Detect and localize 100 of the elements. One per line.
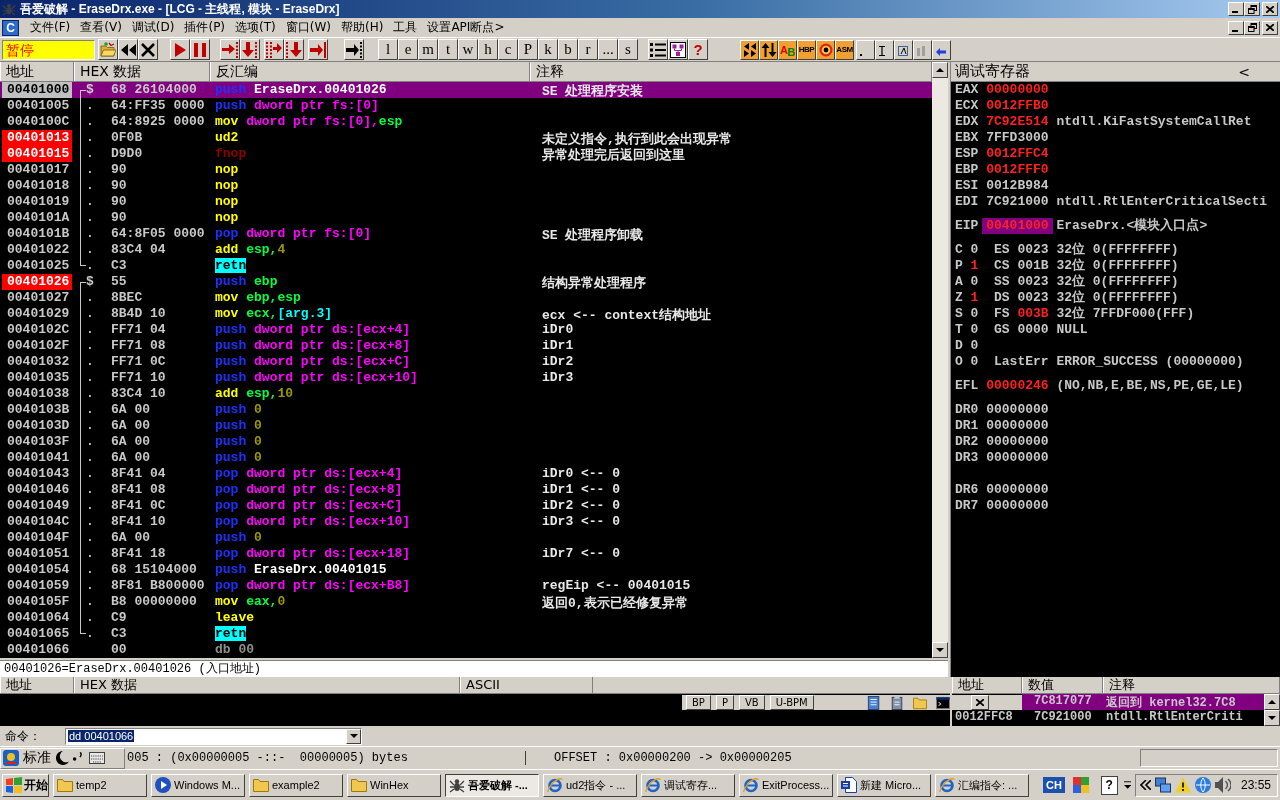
disassembly-row[interactable]: 00401054 . 68 15104000 push EraseDrx.00401015 <box>0 562 932 578</box>
close-button[interactable] <box>1262 20 1278 35</box>
toolbar-button[interactable] <box>913 39 932 60</box>
window-button[interactable]: h <box>478 39 498 60</box>
language-bar-icon[interactable] <box>1072 777 1089 793</box>
disassembly-row[interactable]: 00401049 . 8F41 0C pop dword ptr ds:[ecx+C] iDr2 <-- 0 <box>0 498 932 514</box>
register-value[interactable]: 00000000 <box>986 482 1049 498</box>
register-value[interactable]: 0012B984 <box>986 178 1049 194</box>
moon-icon[interactable] <box>55 751 69 765</box>
taskbar-button[interactable]: ud2指令 - ... <box>543 773 637 797</box>
taskbar-button[interactable]: ExitProcess... <box>739 773 833 797</box>
window-button[interactable]: c <box>498 39 518 60</box>
restore-button[interactable] <box>1244 20 1260 35</box>
disassembly-row[interactable]: 0040100C . 64:8925 0000 mov dword ptr fs:[0],esp <box>0 114 932 130</box>
flag-value[interactable]: 1 <box>970 290 979 306</box>
flag-value[interactable]: 0 <box>970 242 979 258</box>
pause-button[interactable] <box>190 39 210 60</box>
register-value[interactable]: 7FFD3000 <box>986 130 1049 146</box>
register-value[interactable]: 00000246 <box>986 378 1049 394</box>
disassembly-row[interactable]: 0040101A . 90 nop <box>0 210 932 226</box>
keyboard-icon[interactable] <box>89 750 105 766</box>
ime-logo-icon[interactable] <box>3 750 19 766</box>
disassembly-row[interactable]: 00401043 . 8F41 04 pop dword ptr ds:[ecx+4] iDr0 <-- 0 <box>0 466 932 482</box>
computers-icon[interactable] <box>1154 777 1171 793</box>
column-header[interactable]: HEX 数据 <box>74 677 460 693</box>
disassembly-row[interactable]: 00401065 . C3 retn <box>0 626 932 642</box>
help-button[interactable]: ? <box>1100 775 1118 795</box>
column-header[interactable]: 数值 <box>1022 677 1103 693</box>
column-header[interactable]: 地址 <box>952 677 1022 693</box>
disassembly-row[interactable]: 0040102C . FF71 04 push dword ptr ds:[ecx+4] iDr0 <box>0 322 932 338</box>
taskbar-button[interactable]: WinHex <box>347 773 441 797</box>
window-button[interactable]: m <box>418 39 438 60</box>
taskbar-button[interactable]: example2 <box>249 773 343 797</box>
disassembly-row[interactable]: 00401018 . 90 nop <box>0 178 932 194</box>
scroll-up-button[interactable] <box>1264 694 1280 710</box>
trace-over-button[interactable] <box>284 39 304 60</box>
menu-item[interactable]: 设置API断点> <box>422 19 510 36</box>
breakpoint-button[interactable]: VB <box>738 695 765 710</box>
scrollbar[interactable] <box>932 62 948 658</box>
disassembly-row[interactable]: 00401013 . 0F0B ud2 未定义指令,执行到此会出现异常 <box>0 130 932 146</box>
window-button[interactable]: w <box>458 39 478 60</box>
restore-button[interactable] <box>1244 2 1260 16</box>
register-value[interactable]: 0012FFB0 <box>986 98 1049 114</box>
options-arrow-icon[interactable] <box>1123 781 1131 789</box>
disassembly-row[interactable]: 00401019 . 90 nop <box>0 194 932 210</box>
taskbar-button[interactable]: 吾爱破解 -... <box>445 773 539 797</box>
register-value[interactable]: 00000000 <box>986 498 1049 514</box>
start-button[interactable]: 开始 <box>2 773 49 797</box>
disassembly-row[interactable]: 00401059 . 8F81 B800000 pop dword ptr ds:[ecx+B8] regEip <-- 00401015 <box>0 578 932 594</box>
disassembly-row[interactable]: 0040101B . 64:8F05 0000 pop dword ptr fs:[0] SE 处理程序卸载 <box>0 226 932 242</box>
column-header[interactable]: 地址 <box>0 62 74 81</box>
stack-row[interactable]: 7C817077 返回到 kernel32.7C8 <box>1022 694 1264 710</box>
breakpoint-button[interactable]: P <box>715 695 734 710</box>
close-button[interactable] <box>970 695 989 710</box>
taskbar-button[interactable]: 新建 Micro... <box>837 773 931 797</box>
console-button[interactable] <box>933 695 952 710</box>
disassembly-row[interactable]: 00401025 . C3 retn <box>0 258 932 274</box>
disassembly-row[interactable]: 00401026 $ 55 push ebp 结构异常处理程序 <box>0 274 932 290</box>
dropdown-button[interactable] <box>346 728 361 744</box>
speaker-icon[interactable] <box>1214 777 1231 793</box>
tree-button[interactable] <box>668 39 688 60</box>
flag-value[interactable]: 1 <box>970 258 979 274</box>
help-button[interactable]: ? <box>688 39 708 60</box>
menu-item[interactable]: 选项(T) <box>230 19 281 36</box>
run-to-return-button[interactable] <box>308 39 328 60</box>
plugin-button[interactable]: ASM <box>835 39 854 60</box>
register-value[interactable]: 7C921000 <box>986 194 1049 210</box>
open-button[interactable] <box>98 39 118 60</box>
register-value[interactable]: 7C92E514 <box>986 114 1049 130</box>
plugin-button[interactable] <box>816 39 835 60</box>
window-button[interactable]: b <box>558 39 578 60</box>
disassembly-row[interactable]: 00401038 . 83C4 10 add esp,10 <box>0 386 932 402</box>
window-button[interactable]: P <box>518 39 538 60</box>
command-field[interactable]: dd 00401066 <box>65 727 362 745</box>
window-button[interactable]: s <box>618 39 638 60</box>
menu-item[interactable]: 窗口(W) <box>280 19 336 36</box>
disassembly-row[interactable]: 00401022 . 83C4 04 add esp,4 <box>0 242 932 258</box>
restart-button[interactable] <box>118 39 138 60</box>
disassembly-row[interactable]: 00401017 . 90 nop <box>0 162 932 178</box>
flag-value[interactable]: 0 <box>970 354 979 370</box>
column-header[interactable]: 反汇编 <box>210 62 530 81</box>
register-value[interactable]: 00000000 <box>986 402 1049 418</box>
scrollbar[interactable] <box>1264 694 1280 726</box>
disassembly-row[interactable]: 00401035 . FF71 10 push dword ptr ds:[ecx+10] iDr3 <box>0 370 932 386</box>
step-over-button[interactable] <box>240 39 260 60</box>
disassembly-row[interactable]: 00401041 . 6A 00 push 0 <box>0 450 932 466</box>
window-button[interactable]: t <box>438 39 458 60</box>
flag-value[interactable]: 0 <box>970 274 979 290</box>
plugin-button[interactable] <box>740 39 759 60</box>
taskbar-button[interactable]: Windows M... <box>151 773 245 797</box>
step-into-button[interactable] <box>220 39 240 60</box>
taskbar-button[interactable]: 汇编指令: ... <box>935 773 1029 797</box>
toolbar-button[interactable] <box>932 39 951 60</box>
toolbar-button[interactable] <box>856 39 875 60</box>
list-button[interactable] <box>648 39 668 60</box>
taskbar-button[interactable]: temp2 <box>53 773 147 797</box>
disassembly-row[interactable]: 00401005 . 64:FF35 0000 push dword ptr fs:[0] <box>0 98 932 114</box>
window-button[interactable]: k <box>538 39 558 60</box>
warning-icon[interactable] <box>1174 777 1191 793</box>
plugin-button[interactable] <box>759 39 778 60</box>
